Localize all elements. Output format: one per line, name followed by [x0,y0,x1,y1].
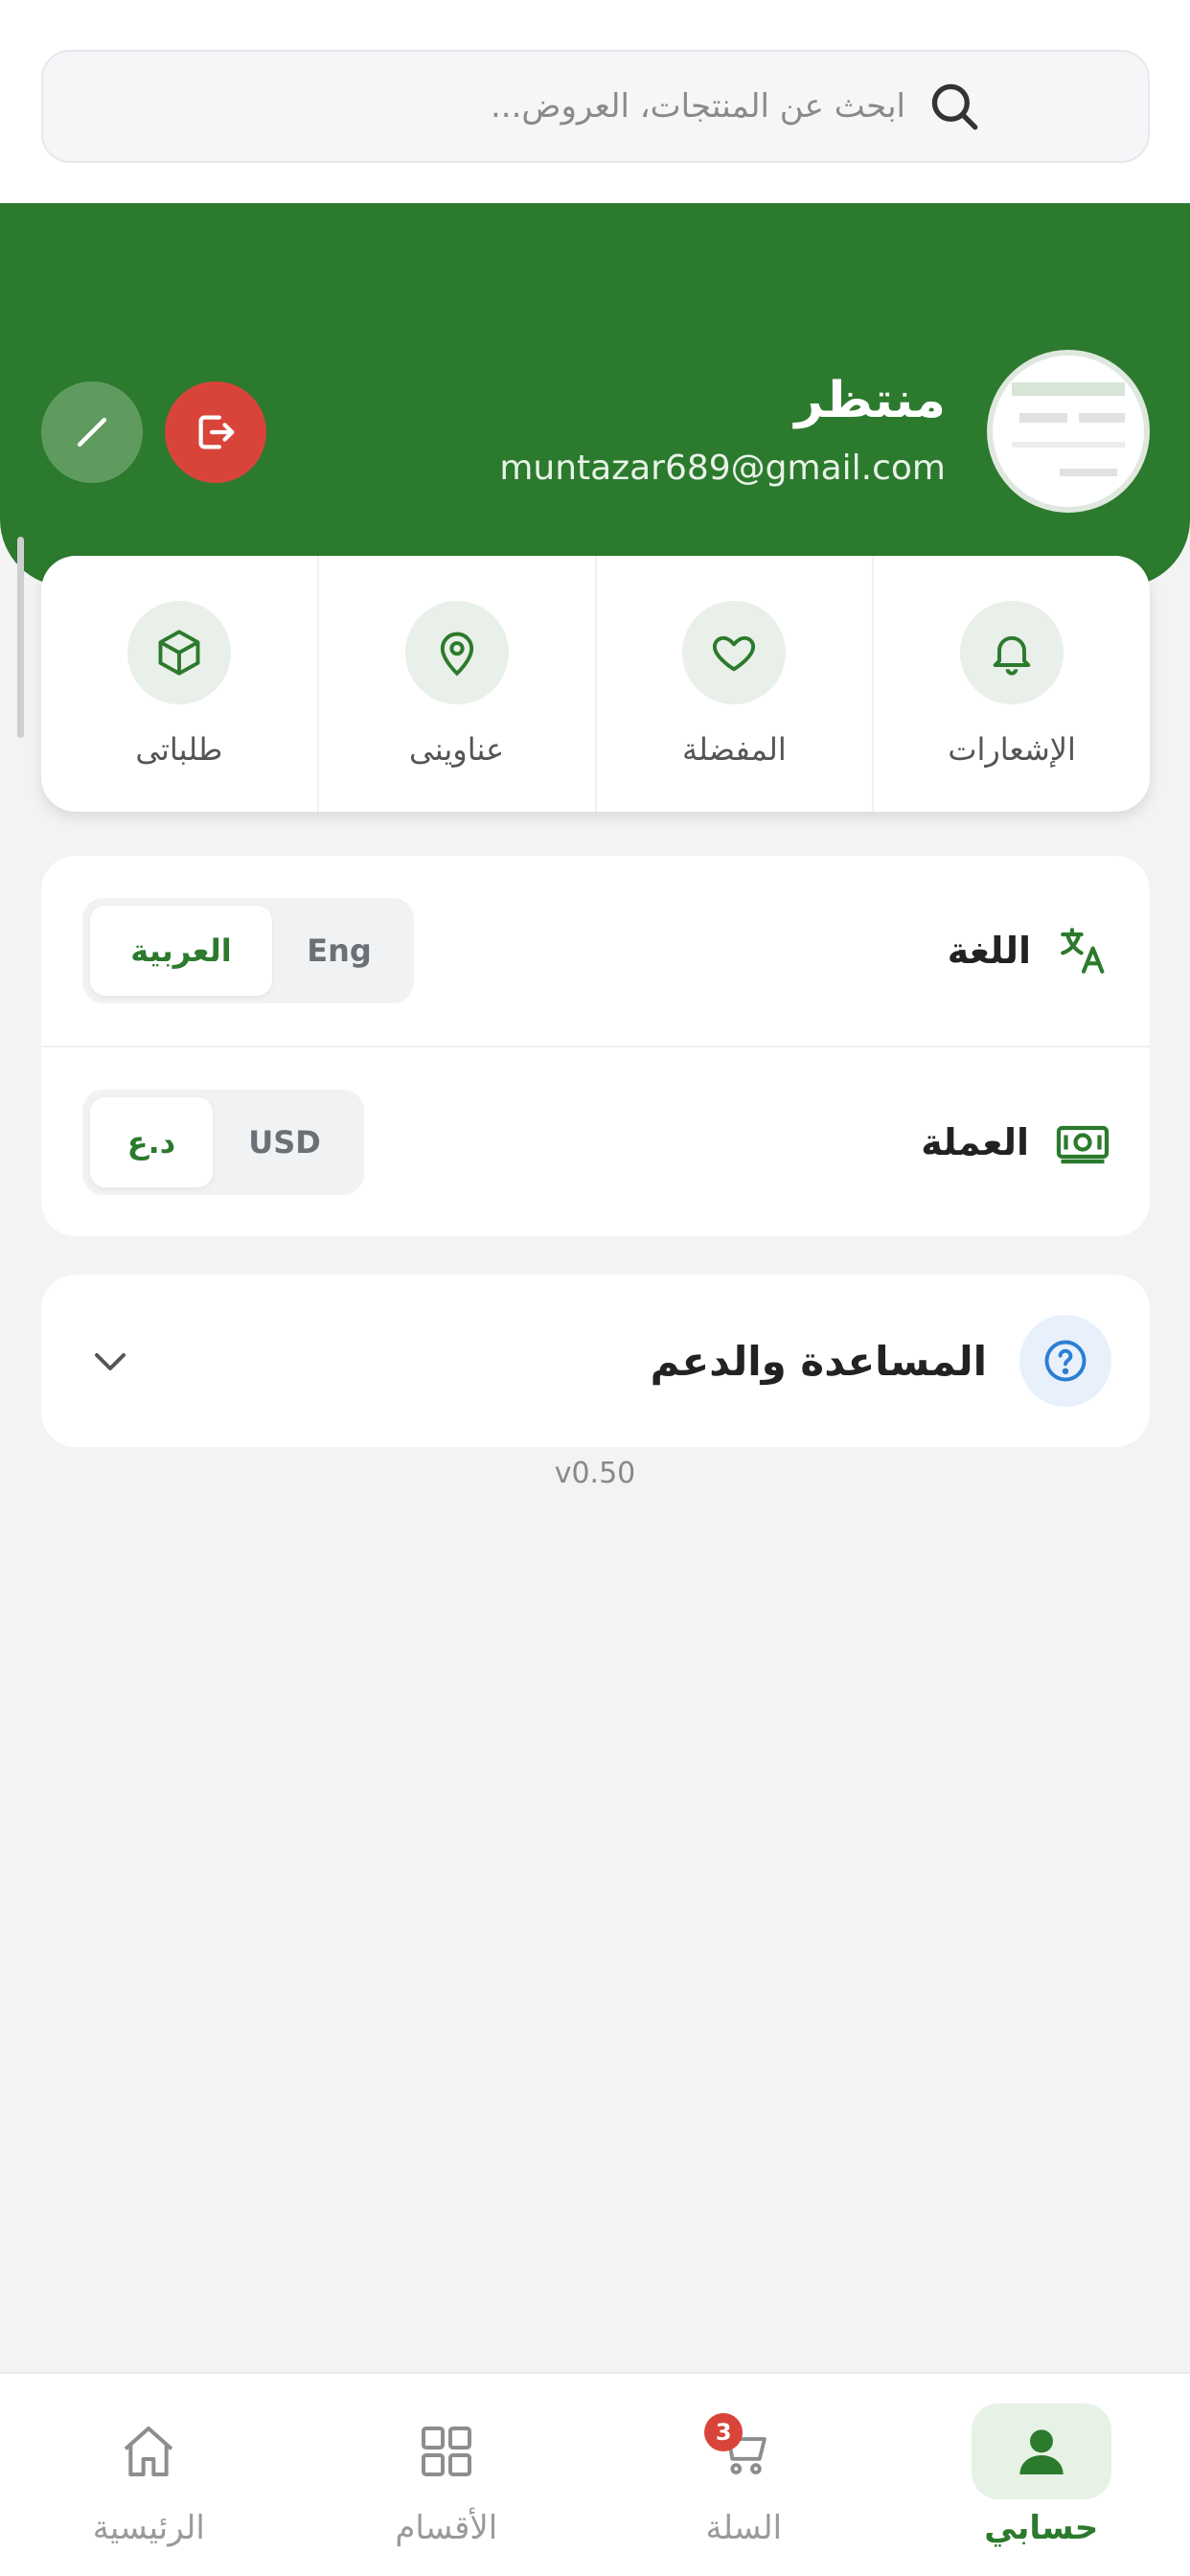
nav-account[interactable]: حسابي [893,2374,1190,2576]
help-support-row[interactable]: المساعدة والدعم [41,1275,1150,1447]
edit-profile-button[interactable] [41,381,143,483]
language-option-arabic[interactable]: العربية [90,906,272,996]
bottom-nav: الرئيسية الأقسام 3 السلة حسابي [0,2372,1190,2576]
bell-icon [993,635,1031,676]
currency-option-iqd[interactable]: د.ع [90,1097,213,1187]
location-pin-icon [440,632,473,676]
user-email: muntazar689@gmail.com [499,448,946,488]
quick-action-label: عناوينى [409,730,505,768]
nav-label: الأقسام [395,2508,498,2547]
quick-action-label: المفضلة [681,730,787,768]
quick-action-addresses[interactable]: عناوينى [316,556,595,812]
pencil-icon [77,417,107,448]
user-name: منتظر [794,372,946,429]
currency-option-usd[interactable]: USD [213,1097,356,1187]
quick-actions-card: طلباتى عناوينى المفضلة الإشعارات [41,556,1150,812]
nav-label: حسابي [984,2508,1099,2547]
language-toggle[interactable]: العربية Eng [82,898,414,1003]
currency-row: د.ع USD العملة [41,1047,1150,1237]
box-icon [158,629,200,676]
help-title: المساعدة والدعم [650,1337,987,1385]
user-icon [1019,2428,1064,2474]
search-input[interactable] [43,87,905,126]
nav-categories[interactable]: الأقسام [298,2374,596,2576]
quick-action-notifications[interactable]: الإشعارات [872,556,1150,812]
currency-title: العملة [921,1121,1029,1163]
logout-button[interactable] [165,381,266,483]
nav-cart[interactable]: 3 السلة [595,2374,893,2576]
chevron-down-icon[interactable] [87,1338,133,1384]
nav-label: السلة [705,2508,783,2547]
logout-icon [198,415,235,449]
language-row: العربية Eng اللغة [41,856,1150,1046]
translate-icon [1061,928,1105,974]
avatar[interactable] [987,350,1150,513]
quick-action-favorites[interactable]: المفضلة [594,556,873,812]
language-option-english[interactable]: Eng [272,906,406,996]
nav-home[interactable]: الرئيسية [0,2374,298,2576]
language-title: اللغة [947,930,1031,972]
money-icon [1056,1125,1110,1164]
settings-card: العربية Eng اللغة د.ع USD العملة [41,856,1150,1236]
app-version: v0.50 [554,1457,636,1490]
cart-count-badge: 3 [704,2412,744,2451]
home-icon [124,2426,173,2476]
help-circle-icon [1044,1340,1087,1382]
currency-toggle[interactable]: د.ع USD [82,1090,364,1195]
scroll-indicator [17,537,24,738]
search-icon [931,83,978,130]
nav-label: الرئيسية [92,2508,205,2547]
heart-icon [713,635,756,671]
quick-action-orders[interactable]: طلباتى [41,556,317,812]
grid-icon [421,2426,471,2476]
quick-action-label: الإشعارات [948,730,1076,768]
quick-action-label: طلباتى [135,730,223,768]
search-bar[interactable] [41,50,1150,163]
